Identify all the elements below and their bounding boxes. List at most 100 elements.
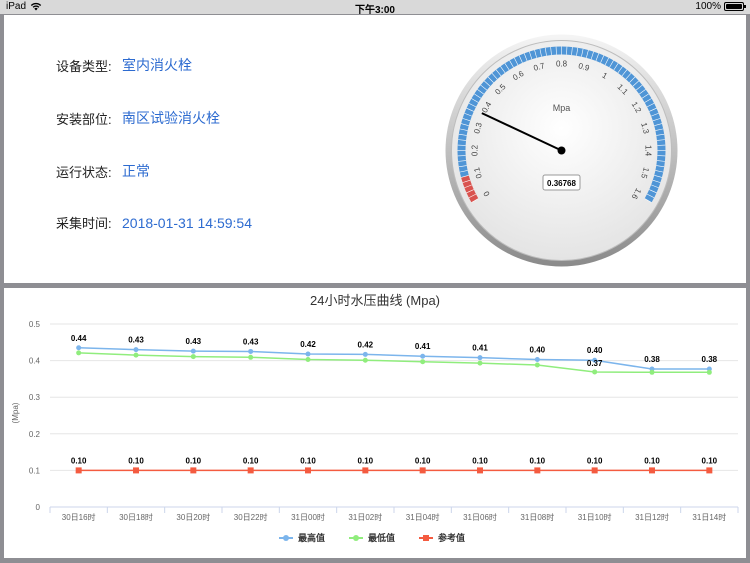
chart-point [420, 467, 426, 473]
chart-point [363, 358, 368, 363]
chart-point [191, 354, 196, 359]
chart-xtick-label: 31日10时 [578, 512, 612, 522]
chart-data-label: 0.38 [702, 355, 718, 364]
chart-xtick-label: 31日04时 [406, 512, 440, 522]
chart-point [76, 467, 82, 473]
chart-xtick-label: 31日06时 [463, 512, 497, 522]
chart-ytick-label: 0.5 [29, 320, 41, 329]
legend-label: 参考值 [438, 532, 465, 543]
pressure-chart-panel: 24小时水压曲线 (Mpa) (Mpa) 0 0.1 0.2 0.3 0.4 0.5 30… [4, 288, 746, 558]
gauge-pivot [558, 147, 566, 155]
device-type-row: 设备类型: 室内消火栓 [56, 55, 192, 75]
pressure-line-chart: 24小时水压曲线 (Mpa) (Mpa) 0 0.1 0.2 0.3 0.4 0.5 30… [4, 288, 746, 558]
battery-icon [724, 2, 744, 11]
chart-data-label: 0.10 [530, 456, 546, 465]
chart-point [650, 370, 655, 375]
chart-data-label: 0.42 [358, 340, 374, 349]
chart-point [134, 353, 139, 358]
device-type-value: 室内消火栓 [122, 55, 192, 75]
legend-label: 最低值 [368, 532, 395, 543]
chart-xtick-label: 31日00时 [291, 512, 325, 522]
status-label: 运行状态: [56, 162, 122, 181]
chart-point [592, 467, 598, 473]
legend-item[interactable]: 参考值 [419, 532, 465, 543]
chart-point [306, 352, 311, 357]
chart-point [706, 467, 712, 473]
status-bar: iPad 下午3:00 100% [0, 0, 750, 14]
chart-data-label: 0.10 [472, 456, 488, 465]
chart-xtick-label: 31日08时 [520, 512, 554, 522]
status-value: 正常 [122, 161, 150, 181]
gauge-tick-label: 0.2 [471, 144, 480, 156]
gauge-value-text: 0.36768 [547, 179, 576, 188]
chart-data-label: 0.10 [587, 456, 603, 465]
legend-item[interactable]: 最低值 [349, 532, 395, 543]
gauge-svg: 00.10.20.30.40.50.60.70.80.911.11.21.31.… [444, 33, 679, 268]
chart-data-label: 0.40 [587, 346, 603, 355]
chart-data-label: 0.43 [243, 337, 259, 346]
legend-label: 最高值 [298, 532, 325, 543]
chart-ylabel: (Mpa) [11, 402, 20, 423]
chart-xtick-label: 30日20时 [176, 512, 210, 522]
legend-symbol [423, 535, 429, 541]
chart-point [534, 467, 540, 473]
gauge-unit: Mpa [553, 103, 571, 113]
clock: 下午3:00 [0, 1, 750, 16]
chart-point [190, 467, 196, 473]
battery-percent: 100% [695, 1, 721, 12]
time-row: 采集时间: 2018-01-31 14:59:54 [56, 213, 252, 232]
chart-xtick-label: 31日14时 [692, 512, 726, 522]
chart-ytick-label: 0.3 [29, 393, 41, 402]
chart-data-label: 0.38 [644, 355, 660, 364]
gauge-tick-label: 1.4 [643, 145, 652, 157]
chart-data-label: 0.41 [472, 344, 488, 353]
chart-data-label: 0.40 [530, 346, 546, 355]
chart-point [535, 362, 540, 367]
chart-point [134, 347, 139, 352]
chart-data-label: 0.10 [243, 456, 259, 465]
gauge-tick-label: 0.8 [556, 60, 568, 69]
chart-point [305, 467, 311, 473]
chart-point [649, 467, 655, 473]
chart-xtick-label: 30日18时 [119, 512, 153, 522]
chart-point [535, 357, 540, 362]
legend-symbol [283, 535, 289, 541]
chart-point [420, 354, 425, 359]
chart-ytick-label: 0.1 [29, 466, 41, 475]
chart-data-label: 0.10 [415, 456, 431, 465]
chart-point [133, 467, 139, 473]
location-label: 安装部位: [56, 109, 122, 128]
chart-ytick-label: 0 [36, 503, 41, 512]
chart-data-label: 0.10 [71, 456, 87, 465]
chart-point [478, 361, 483, 366]
chart-point [76, 345, 81, 350]
time-label: 采集时间: [56, 213, 122, 232]
chart-data-label: 0.44 [71, 334, 87, 343]
chart-point [477, 467, 483, 473]
status-row: 运行状态: 正常 [56, 161, 150, 181]
time-value: 2018-01-31 14:59:54 [122, 215, 252, 231]
device-info-panel: 设备类型: 室内消火栓 安装部位: 南区试验消火栓 运行状态: 正常 采集时间:… [4, 15, 746, 283]
chart-xtick-label: 31日02时 [348, 512, 382, 522]
chart-data-label: 0.43 [186, 337, 202, 346]
chart-xtick-label: 30日16时 [62, 512, 96, 522]
chart-data-label: 0.41 [415, 342, 431, 351]
chart-point [420, 359, 425, 364]
chart-ytick-label: 0.2 [29, 430, 41, 439]
chart-point [363, 352, 368, 357]
chart-data-label: 0.10 [644, 456, 660, 465]
legend-item[interactable]: 最高值 [279, 532, 325, 543]
chart-point [592, 369, 597, 374]
chart-data-label: 0.10 [358, 456, 374, 465]
chart-data-label: 0.10 [186, 456, 202, 465]
chart-point [478, 355, 483, 360]
chart-title: 24小时水压曲线 (Mpa) [310, 293, 440, 308]
chart-point [306, 357, 311, 362]
legend-symbol [353, 535, 359, 541]
chart-ytick-label: 0.4 [29, 357, 41, 366]
chart-data-label: 0.37 [587, 359, 603, 368]
chart-series-line [79, 348, 710, 369]
location-value: 南区试验消火栓 [122, 108, 220, 128]
pressure-gauge: 00.10.20.30.40.50.60.70.80.911.11.21.31.… [444, 33, 679, 268]
device-type-label: 设备类型: [56, 56, 122, 75]
